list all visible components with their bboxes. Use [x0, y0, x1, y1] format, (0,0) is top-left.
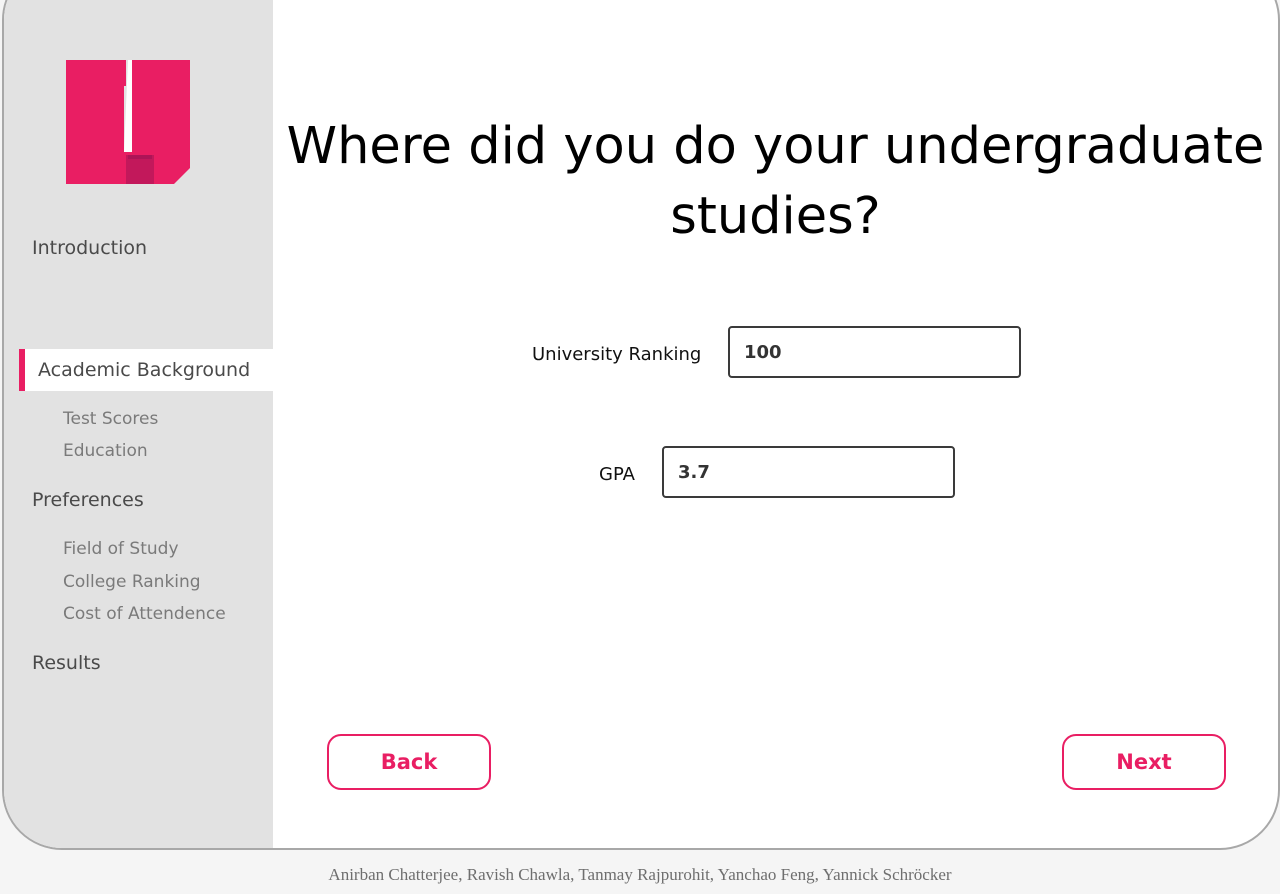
sidebar-item-label: Results [32, 652, 101, 674]
sidebar: Introduction Academic Background Test Sc… [4, 0, 273, 848]
gpa-input[interactable] [662, 446, 955, 498]
university-ranking-label: University Ranking [532, 344, 702, 365]
sidebar-subitem-test-scores[interactable]: Test Scores [63, 408, 158, 430]
app-window: Introduction Academic Background Test Sc… [2, 0, 1280, 850]
sidebar-item-academic-background[interactable]: Academic Background [19, 349, 273, 391]
question-line-2: studies? [670, 187, 881, 246]
sidebar-item-label: Academic Background [38, 359, 251, 381]
active-indicator [19, 349, 25, 391]
sidebar-item-preferences[interactable]: Preferences [4, 479, 273, 521]
sidebar-item-label: Introduction [32, 237, 148, 259]
next-button[interactable]: Next [1062, 734, 1226, 790]
question-line-1: Where did you do your undergraduate [286, 117, 1265, 176]
back-button[interactable]: Back [327, 734, 491, 790]
university-u-logo-icon [66, 60, 190, 184]
sidebar-subitem-field-of-study[interactable]: Field of Study [63, 538, 179, 560]
footer-credits: Anirban Chatterjee, Ravish Chawla, Tanma… [328, 865, 952, 884]
sidebar-subitem-education[interactable]: Education [63, 440, 148, 462]
page-title: Where did you do your undergraduate stud… [273, 112, 1278, 252]
main-content: Where did you do your undergraduate stud… [273, 0, 1278, 848]
university-ranking-input[interactable] [728, 326, 1021, 378]
gpa-label: GPA [599, 464, 635, 485]
sidebar-item-label: Preferences [32, 489, 144, 511]
sidebar-subitem-cost-of-attendence[interactable]: Cost of Attendence [63, 603, 226, 625]
sidebar-subitem-college-ranking[interactable]: College Ranking [63, 571, 201, 593]
sidebar-item-introduction[interactable]: Introduction [4, 227, 273, 269]
sidebar-item-results[interactable]: Results [4, 642, 273, 684]
